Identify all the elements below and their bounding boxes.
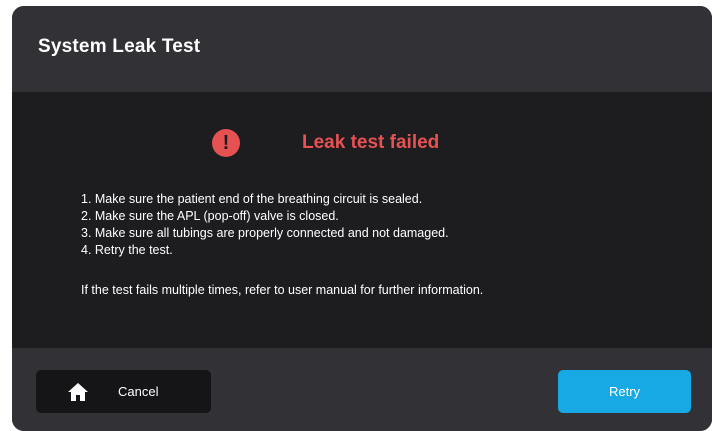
instruction-item: 2. Make sure the APL (pop-off) valve is … bbox=[81, 209, 339, 223]
status-message: Leak test failed bbox=[302, 132, 440, 153]
info-note: If the test fails multiple times, refer … bbox=[81, 283, 484, 297]
dialog-body: ! Leak test failed 1. Make sure the pati… bbox=[12, 92, 712, 348]
alert-circle-icon: ! bbox=[212, 129, 240, 157]
home-icon bbox=[66, 380, 90, 404]
cancel-button-label: Cancel bbox=[118, 384, 159, 399]
instruction-item: 3. Make sure all tubings are properly co… bbox=[81, 226, 449, 240]
dialog-title: System Leak Test bbox=[38, 36, 201, 57]
leak-test-dialog: System Leak Test ! Leak test failed 1. M… bbox=[12, 6, 712, 431]
instruction-item: 4. Retry the test. bbox=[81, 243, 173, 257]
cancel-button[interactable]: Cancel bbox=[36, 370, 211, 413]
dialog-footer: Cancel Retry bbox=[12, 348, 712, 431]
instruction-item: 1. Make sure the patient end of the brea… bbox=[81, 192, 423, 206]
status-row: ! Leak test failed bbox=[212, 128, 439, 158]
retry-button-label: Retry bbox=[608, 384, 641, 399]
dialog-header: System Leak Test bbox=[12, 6, 712, 92]
instruction-list: 1. Make sure the patient end of the brea… bbox=[81, 191, 449, 259]
retry-button[interactable]: Retry bbox=[558, 370, 691, 413]
